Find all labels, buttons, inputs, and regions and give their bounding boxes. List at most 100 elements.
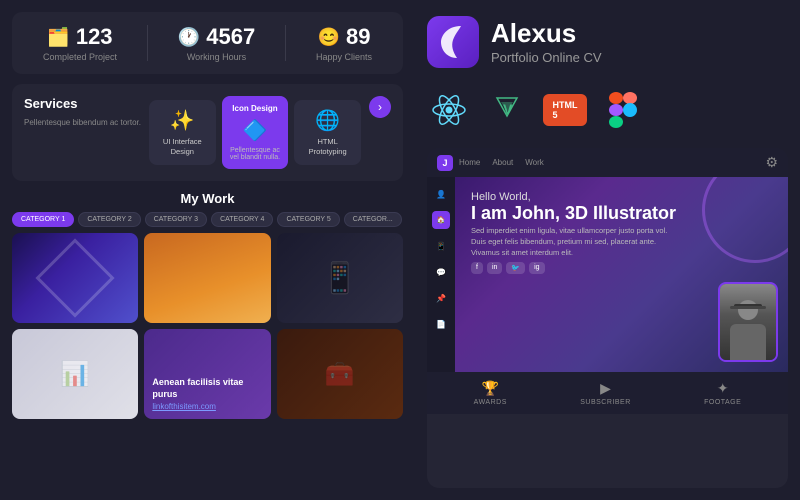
preview-social: f in 🐦 ig <box>471 262 772 274</box>
stat-clients: 😊 89 Happy Clients <box>316 24 372 62</box>
brand-subtitle: Portfolio Online CV <box>491 50 602 65</box>
stat-label-completed: Completed Project <box>43 52 117 62</box>
avatar-silhouette <box>720 284 776 360</box>
stat-number-hours: 4567 <box>206 24 255 50</box>
preview-header: J Home About Work ⚙ <box>427 148 788 177</box>
nav-dot-1[interactable]: 👤 <box>432 185 450 203</box>
service-card-icon-design[interactable]: Icon Design 🔷 Pellentesque ac vel blandi… <box>222 96 289 169</box>
vue-icon: V <box>485 88 529 132</box>
service-card-icon-sublabel: Pellentesque ac vel blandit nulla. <box>230 147 281 161</box>
portfolio-item-5-link[interactable]: linkofthisitem.com <box>152 402 262 411</box>
service-card-html-label: HTML Prototyping <box>302 137 353 157</box>
category-tab-2[interactable]: CATEGORY 2 <box>78 212 140 227</box>
portfolio-item-5[interactable]: Aenean facilisis vitae purus linkofthisi… <box>144 329 270 419</box>
preview-name: I am John, 3D Illustrator <box>471 203 772 225</box>
category-tab-3[interactable]: CATEGORY 3 <box>145 212 207 227</box>
services-title: Services <box>24 96 141 111</box>
figma-icon <box>601 88 645 132</box>
html5-icon: HTML5 <box>543 94 587 126</box>
subscriber-label: SUBSCRIBER <box>580 399 631 406</box>
ui-design-icon: ✨ <box>170 108 195 133</box>
service-card-icon-label-top: Icon Design <box>232 104 277 114</box>
svg-text:V: V <box>503 101 513 117</box>
services-cards: ✨ UI Interface Design Icon Design 🔷 Pell… <box>149 96 361 169</box>
awards-icon: 🏆 <box>482 380 499 397</box>
category-tabs: CATEGORY 1 CATEGORY 2 CATEGORY 3 CATEGOR… <box>12 212 403 227</box>
category-tab-1[interactable]: CATEGORY 1 <box>12 212 74 227</box>
portfolio-item-2[interactable] <box>144 233 270 323</box>
html5-label: HTML5 <box>553 100 578 120</box>
nav-home[interactable]: Home <box>459 158 480 167</box>
social-linkedin[interactable]: in <box>487 262 502 274</box>
preview-stats-bar: 🏆 AWARDS ▶ SUBSCRIBER ✦ FOOTAGE <box>427 372 788 414</box>
social-facebook[interactable]: f <box>471 262 483 274</box>
portfolio-grid: 📱 📊 Aenean facilisis vitae purus linkoft… <box>12 233 403 419</box>
j-badge: J <box>437 155 453 171</box>
nav-dot-6[interactable]: 📄 <box>432 315 450 333</box>
social-instagram[interactable]: ig <box>529 262 544 274</box>
social-twitter[interactable]: 🐦 <box>506 262 525 274</box>
arrow-right-icon: › <box>378 100 382 114</box>
portfolio-item-4[interactable]: 📊 <box>12 329 138 419</box>
tech-icons-row: V HTML5 <box>427 84 788 136</box>
services-next-button[interactable]: › <box>369 96 391 118</box>
stat-label-hours: Working Hours <box>187 52 246 62</box>
stat-number-clients: 89 <box>346 24 370 50</box>
settings-icon[interactable]: ⚙ <box>765 154 778 171</box>
nav-dot-3[interactable]: 📱 <box>432 237 450 255</box>
icon-design-icon: 🔷 <box>243 118 268 143</box>
portfolio-item-5-title: Aenean facilisis vitae purus <box>152 377 262 400</box>
services-desc: Pellentesque bibendum ac tortor. <box>24 117 141 128</box>
services-section: Services Pellentesque bibendum ac tortor… <box>12 84 403 181</box>
preview-left-nav: 👤 🏠 📱 💬 📌 📄 <box>427 177 455 372</box>
preview-greeting: Hello World, <box>471 191 772 203</box>
category-tab-6[interactable]: CATEGOR... <box>344 212 402 227</box>
main-container: 🗂️ 123 Completed Project 🕐 4567 Working … <box>0 0 800 500</box>
brand-logo <box>427 16 479 68</box>
stat-label-clients: Happy Clients <box>316 52 372 62</box>
react-icon <box>427 88 471 132</box>
html-proto-icon: 🌐 <box>315 108 340 133</box>
nav-dot-home[interactable]: 🏠 <box>432 211 450 229</box>
nav-work[interactable]: Work <box>525 158 544 167</box>
preview-main-content: Hello World, I am John, 3D Illustrator S… <box>455 177 788 372</box>
stat-divider-1 <box>147 25 148 61</box>
nav-dot-4[interactable]: 💬 <box>432 263 450 281</box>
category-tab-4[interactable]: CATEGORY 4 <box>211 212 273 227</box>
service-card-ui[interactable]: ✨ UI Interface Design <box>149 100 216 165</box>
preview-bio: Sed imperdiet enim ligula, vitae ullamco… <box>471 225 671 259</box>
services-label-col: Services Pellentesque bibendum ac tortor… <box>24 96 141 169</box>
mywork-title: My Work <box>12 191 403 206</box>
portfolio-preview: J Home About Work ⚙ 👤 🏠 📱 💬 📌 <box>427 148 788 488</box>
footage-icon: ✦ <box>717 380 729 397</box>
footage-label: FOOTAGE <box>704 399 741 406</box>
portfolio-item-6[interactable]: 🧰 <box>277 329 403 419</box>
brand-header: Alexus Portfolio Online CV <box>427 12 788 72</box>
stat-number-completed: 123 <box>76 24 113 50</box>
service-card-ui-label: UI Interface Design <box>157 137 208 157</box>
preview-stat-subscriber: ▶ SUBSCRIBER <box>580 380 631 406</box>
stat-completed: 🗂️ 123 Completed Project <box>43 24 117 62</box>
clients-icon: 😊 <box>318 27 340 48</box>
hours-icon: 🕐 <box>178 27 200 48</box>
stats-row: 🗂️ 123 Completed Project 🕐 4567 Working … <box>12 12 403 74</box>
stat-hours: 🕐 4567 Working Hours <box>178 24 255 62</box>
right-panel: Alexus Portfolio Online CV V <box>415 0 800 500</box>
mywork-section: My Work CATEGORY 1 CATEGORY 2 CATEGORY 3… <box>12 191 403 488</box>
left-panel: 🗂️ 123 Completed Project 🕐 4567 Working … <box>0 0 415 500</box>
preview-stat-footage: ✦ FOOTAGE <box>704 380 741 406</box>
brand-name: Alexus <box>491 19 602 48</box>
subscriber-icon: ▶ <box>600 380 611 397</box>
portfolio-item-3[interactable]: 📱 <box>277 233 403 323</box>
category-tab-5[interactable]: CATEGORY 5 <box>277 212 339 227</box>
preview-avatar <box>718 282 778 362</box>
stat-divider-2 <box>285 25 286 61</box>
awards-label: AWARDS <box>474 399 507 406</box>
service-card-html[interactable]: 🌐 HTML Prototyping <box>294 100 361 165</box>
completed-icon: 🗂️ <box>47 27 69 48</box>
brand-text: Alexus Portfolio Online CV <box>491 19 602 65</box>
nav-dot-5[interactable]: 📌 <box>432 289 450 307</box>
nav-about[interactable]: About <box>492 158 513 167</box>
preview-stat-awards: 🏆 AWARDS <box>474 380 507 406</box>
portfolio-item-1[interactable] <box>12 233 138 323</box>
